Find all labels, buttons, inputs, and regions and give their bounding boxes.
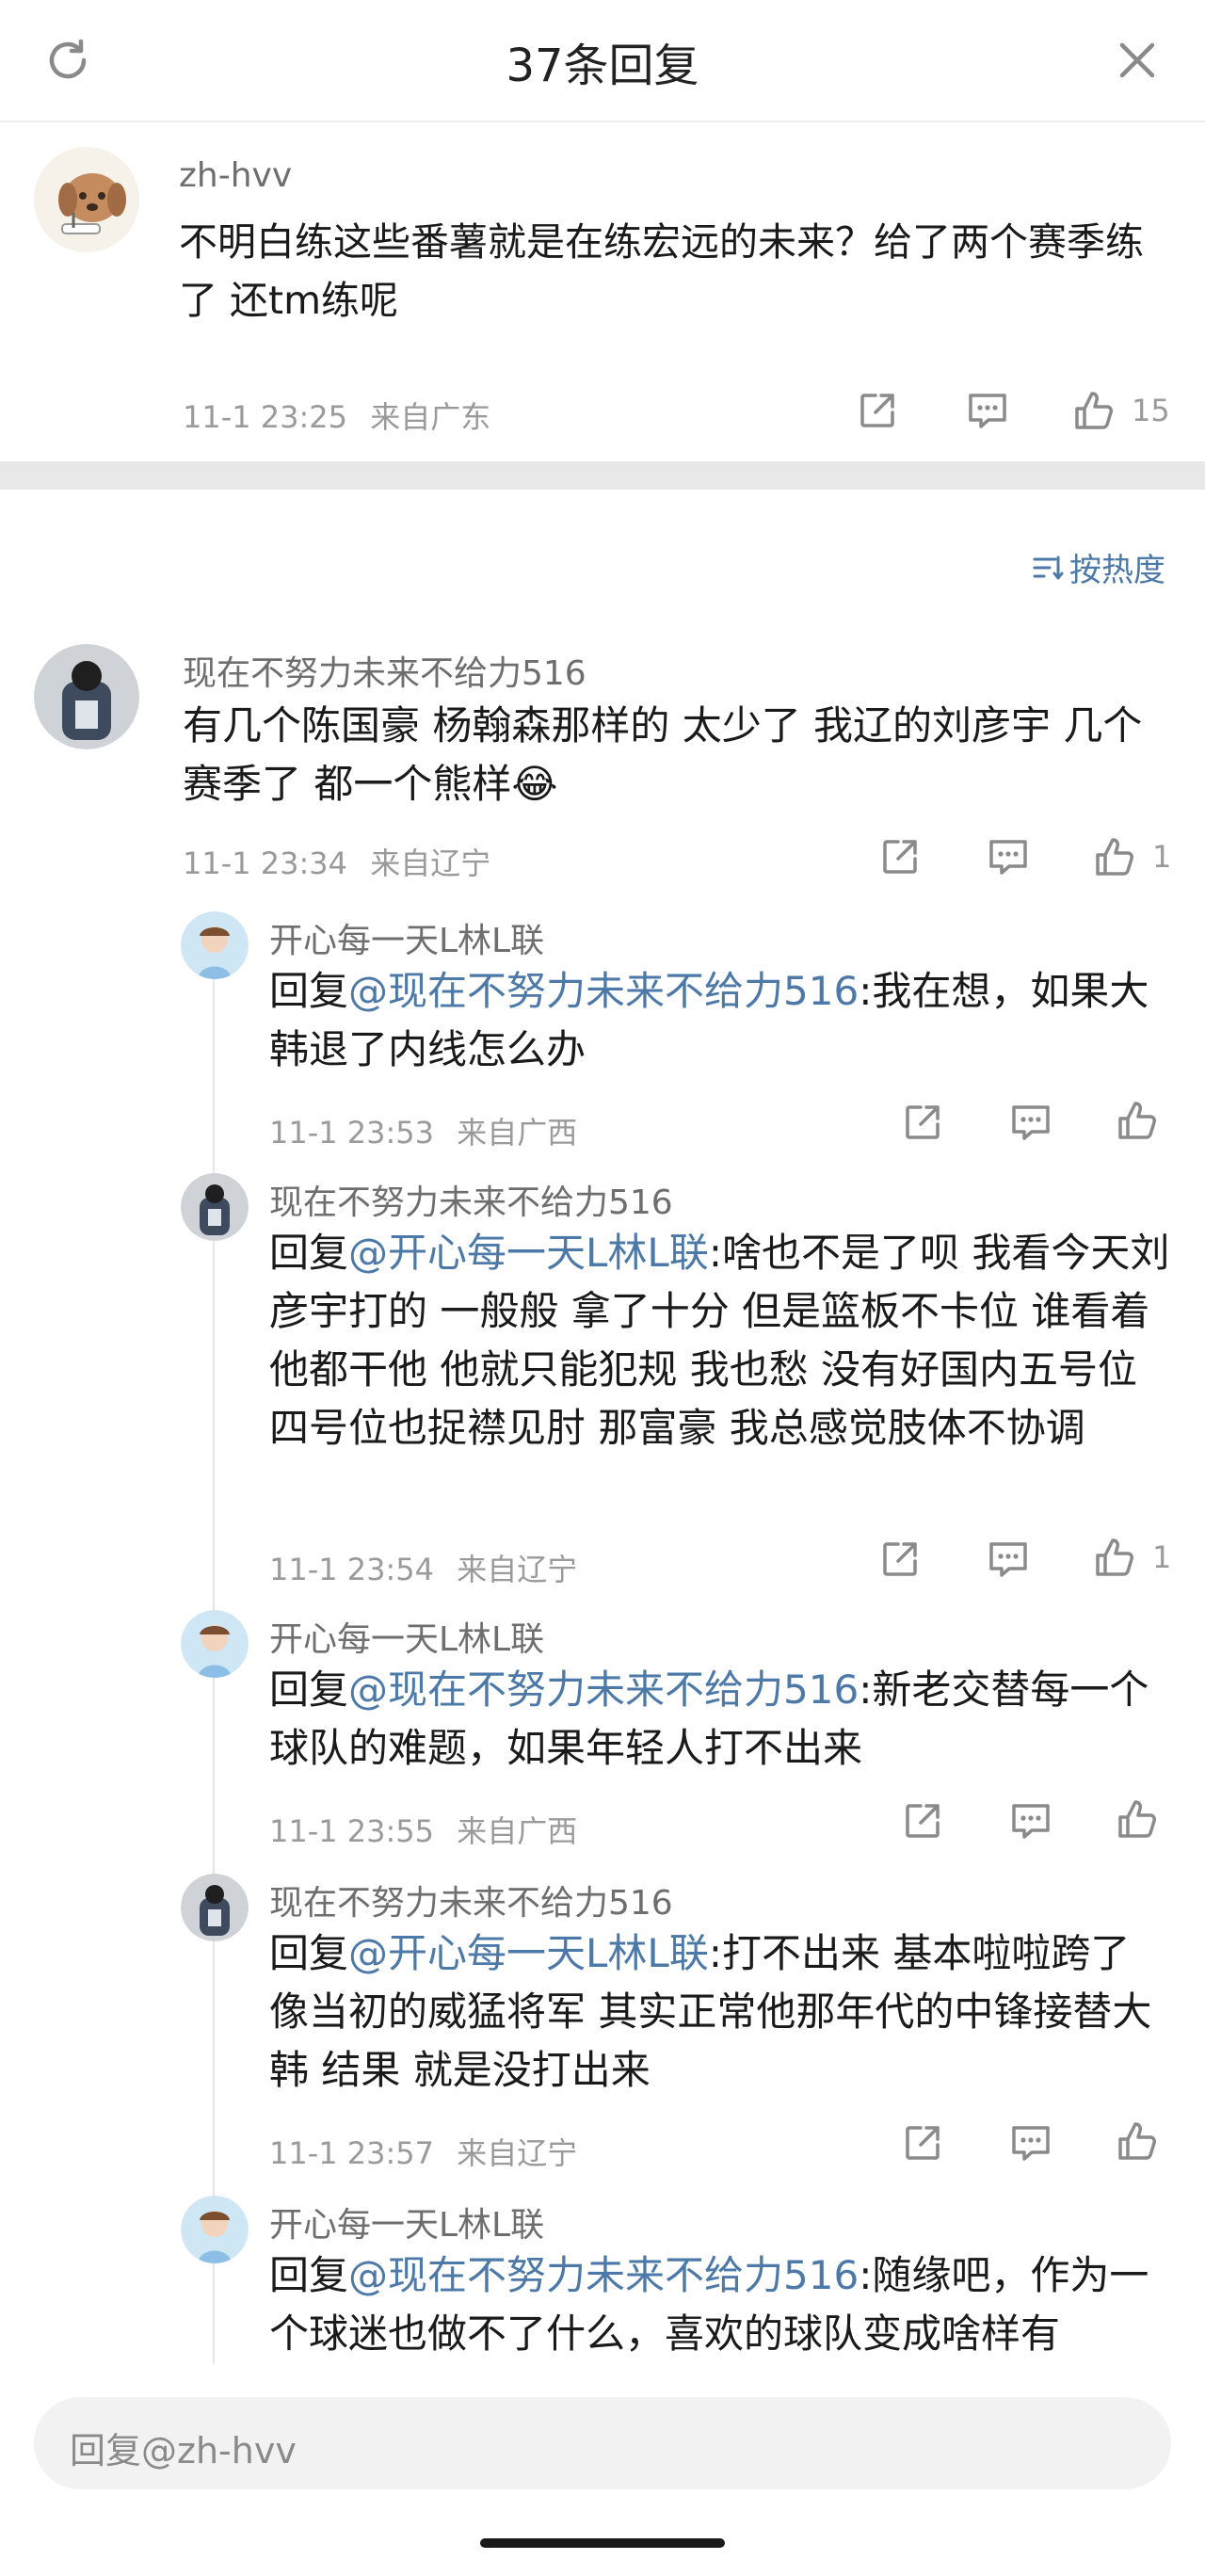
avatar[interactable] [181, 2196, 249, 2263]
comment-icon [1012, 2126, 1050, 2161]
avatar[interactable] [181, 1173, 249, 1241]
avatar[interactable] [181, 911, 249, 979]
comment-icon [969, 394, 1006, 428]
timestamp: 11-1 23:54 [269, 1552, 435, 1587]
like-count: 15 [1132, 393, 1170, 428]
reply-input[interactable]: 回复@zh-hvv [34, 2397, 1171, 2489]
timestamp: 11-1 23:25 [183, 399, 348, 435]
like-count: 1 [1152, 1539, 1172, 1575]
section-divider [0, 461, 1205, 490]
reply-meta: 11-1 23:57 来自辽宁 [269, 2130, 577, 2173]
like-button[interactable]: 15 [1071, 388, 1170, 433]
comment-button[interactable] [1009, 2122, 1052, 2164]
reply-text: 回复@开心每一天L林L联:打不出来 基本啦啦跨了 像当初的威猛将军 其实正常他那… [269, 1930, 1152, 2093]
comment-icon [1012, 1804, 1050, 1839]
thumbs-up-icon [1096, 1538, 1133, 1576]
username[interactable]: zh-hvv [179, 156, 292, 195]
reply-text: 回复@现在不努力未来不给力516:新老交替每一个球队的难题，如果年轻人打不出来 [269, 1666, 1149, 1771]
comment-icon [989, 1542, 1027, 1577]
avatar[interactable] [181, 1874, 249, 1941]
page-title: 37条回复 [506, 40, 699, 92]
share-button[interactable] [857, 390, 898, 431]
mention-link[interactable]: @开心每一天L林L联 [348, 1230, 709, 1276]
timestamp: 11-1 23:53 [269, 1115, 435, 1151]
share-button[interactable] [902, 1102, 943, 1143]
location: 来自辽宁 [457, 2135, 578, 2171]
comment-button[interactable] [987, 836, 1030, 877]
timestamp: 11-1 23:55 [269, 1813, 435, 1849]
like-button[interactable]: 1 [1092, 1535, 1171, 1580]
thumbs-up-icon [1096, 838, 1133, 876]
thumbs-up-icon [1118, 1800, 1156, 1838]
share-icon [860, 394, 894, 427]
header-bar: 37条回复 [0, 0, 1205, 122]
location: 来自广西 [457, 1813, 578, 1849]
sort-button[interactable]: 按热度 [1032, 544, 1165, 590]
comment-button[interactable] [1009, 1102, 1052, 1143]
timestamp: 11-1 23:57 [269, 2135, 435, 2171]
timestamp: 11-1 23:34 [183, 845, 348, 881]
thumbs-up-icon [1118, 2122, 1156, 2160]
like-button[interactable]: 1 [1092, 834, 1171, 879]
like-count: 1 [1152, 839, 1172, 875]
home-indicator [480, 2538, 725, 2548]
comment-button[interactable] [1009, 1800, 1052, 1842]
comment-meta: 11-1 23:34 来自辽宁 [183, 840, 490, 883]
username[interactable]: 开心每一天L林L联 [269, 2198, 544, 2246]
laugh-cry-emoji: 😂 [511, 761, 558, 807]
avatar[interactable] [181, 1610, 249, 1678]
share-button[interactable] [902, 1800, 943, 1842]
share-icon [906, 2126, 940, 2160]
thumbs-up-icon [1075, 392, 1113, 429]
location: 来自广西 [457, 1115, 578, 1151]
comment-button[interactable] [987, 1538, 1030, 1580]
comment-button[interactable] [966, 390, 1009, 431]
mention-link[interactable]: @开心每一天L林L联 [348, 1930, 709, 1976]
share-icon [906, 1804, 940, 1838]
reply-text: 回复@现在不努力未来不给力516:随缘吧，作为一个球迷也做不了什么，喜欢的球队变… [269, 2252, 1149, 2357]
comment-icon [1012, 1105, 1050, 1140]
avatar[interactable] [34, 644, 139, 749]
mention-link[interactable]: @现在不努力未来不给力516 [348, 2252, 859, 2298]
location: 来自辽宁 [457, 1552, 578, 1587]
sort-icon [1033, 555, 1064, 579]
reply-meta: 11-1 23:53 来自广西 [269, 1109, 577, 1152]
thumbs-up-icon [1118, 1102, 1156, 1139]
username[interactable]: 现在不努力未来不给力516 [269, 1876, 673, 1924]
comment-icon [989, 840, 1027, 875]
reply-input-placeholder: 回复@zh-hvv [70, 2430, 297, 2471]
username[interactable]: 现在不努力未来不给力516 [183, 646, 586, 695]
location: 来自辽宁 [370, 845, 491, 881]
username[interactable]: 开心每一天L林L联 [269, 1612, 544, 1661]
share-button[interactable] [879, 1538, 921, 1580]
reply-text: 回复@开心每一天L林L联:啥也不是了呗 我看今天刘彦宇打的 一般般 拿了十分 但… [269, 1230, 1170, 1451]
location: 来自广东 [370, 399, 491, 435]
like-button[interactable] [1115, 2118, 1160, 2164]
share-icon [883, 840, 917, 874]
share-icon [883, 1542, 917, 1576]
close-icon[interactable] [1107, 30, 1167, 90]
reply-meta: 11-1 23:55 来自广西 [269, 1808, 577, 1851]
like-button[interactable] [1115, 1098, 1160, 1143]
like-button[interactable] [1115, 1796, 1160, 1842]
sort-label: 按热度 [1069, 552, 1165, 589]
share-button[interactable] [879, 836, 921, 877]
username[interactable]: 现在不努力未来不给力516 [269, 1175, 673, 1224]
mention-link[interactable]: @现在不努力未来不给力516 [348, 1666, 859, 1713]
comment-meta: 11-1 23:25 来自广东 [183, 394, 490, 437]
share-icon [906, 1105, 940, 1139]
reply-meta: 11-1 23:54 来自辽宁 [269, 1546, 577, 1589]
avatar[interactable] [34, 147, 139, 252]
reply-text: 回复@现在不努力未来不给力516:我在想，如果大韩退了内线怎么办 [269, 968, 1149, 1072]
comment-text: 有几个陈国豪 杨翰森那样的 太少了 我辽的刘彦宇 几个赛季了 都一个熊样😂 [183, 702, 1143, 807]
comment-text: 不明白练这些番薯就是在练宏远的未来？给了两个赛季练了 还tm练呢 [179, 219, 1144, 323]
share-button[interactable] [902, 2122, 943, 2164]
mention-link[interactable]: @现在不努力未来不给力516 [348, 968, 859, 1014]
username[interactable]: 开心每一天L林L联 [269, 913, 544, 962]
